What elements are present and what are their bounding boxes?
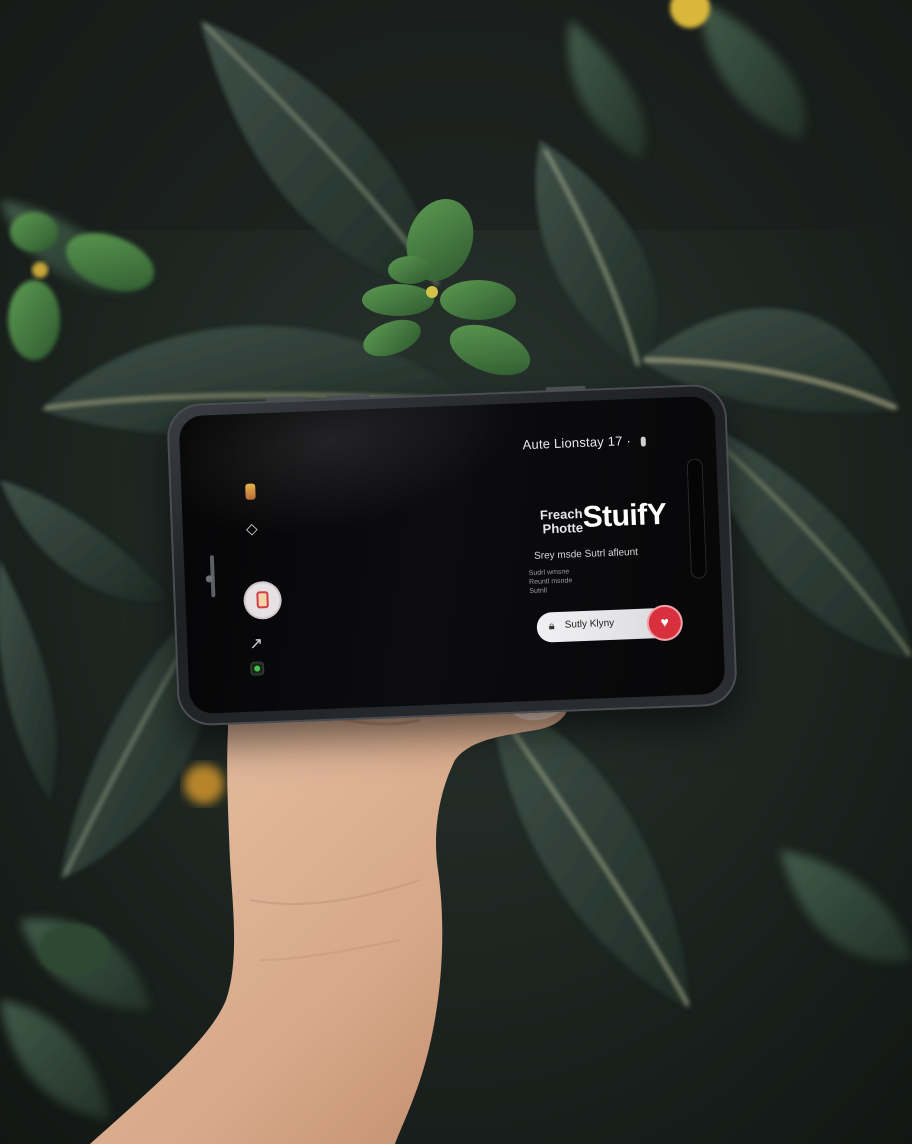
detail-lines: Sudrl wmsne Reuntl msnde Sutnll <box>529 567 573 596</box>
app-brand: StuifY <box>582 497 667 534</box>
app-tagline: Srey msde Sutrl afleunt <box>533 546 639 562</box>
smartphone: Aute Lionstay 17 · ◇ ↗ Freach Photte Stu… <box>166 383 738 727</box>
hero-subtitle: Freach Photte <box>539 505 584 537</box>
cta-pill[interactable]: 🔒︎ Sutly Klyny ♥ <box>536 606 682 643</box>
heart-button[interactable]: ♥ <box>648 606 682 640</box>
phone-screen: Aute Lionstay 17 · ◇ ↗ Freach Photte Stu… <box>178 395 726 715</box>
diamond-icon[interactable]: ◇ <box>239 519 266 538</box>
detail-line: Sutnll <box>529 587 548 596</box>
detail-line: Reuntl msnde <box>528 577 573 587</box>
battery-icon <box>640 436 646 447</box>
share-icon[interactable]: ↗ <box>243 633 270 654</box>
cta-label: Sutly Klyny <box>564 617 615 631</box>
screen-glare <box>178 395 533 563</box>
app-hero: Freach Photte StuifY Srey msde Sutrl afl… <box>522 497 696 613</box>
app-status-icon[interactable] <box>244 661 271 679</box>
status-text: Aute Lionstay 17 · <box>522 433 632 453</box>
notification-icon[interactable] <box>237 483 264 503</box>
app-launcher-icon[interactable] <box>244 582 281 618</box>
status-bar: Aute Lionstay 17 · <box>522 432 646 452</box>
heart-icon: ♥ <box>660 613 670 631</box>
lock-icon: 🔒︎ <box>548 620 555 633</box>
